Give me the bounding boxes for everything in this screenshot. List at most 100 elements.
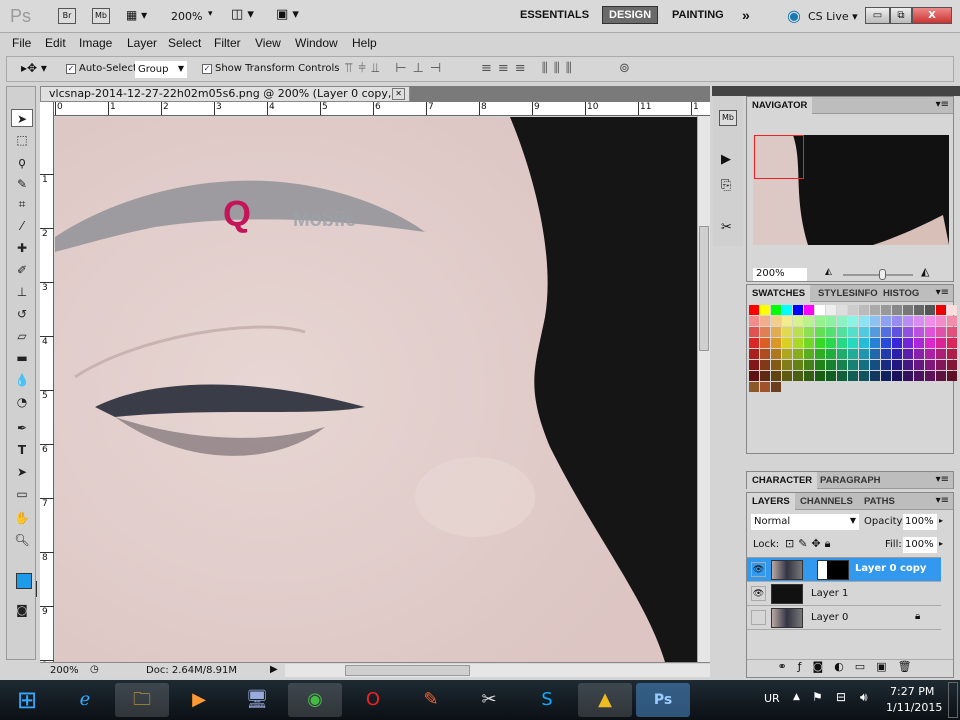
internet-explorer-icon[interactable]: ℯ: [58, 683, 112, 717]
horizontal-scrollbar[interactable]: [285, 664, 710, 677]
hand-tool-icon[interactable]: ✋: [11, 509, 33, 527]
color-swatch[interactable]: [914, 327, 924, 337]
menu-view[interactable]: View: [255, 36, 281, 50]
color-swatch[interactable]: [947, 305, 957, 315]
color-swatch[interactable]: [826, 305, 836, 315]
chrome-icon[interactable]: ◉: [288, 683, 342, 717]
color-swatch[interactable]: [848, 338, 858, 348]
color-swatch[interactable]: [859, 305, 869, 315]
color-swatch[interactable]: [859, 349, 869, 359]
color-swatch[interactable]: [804, 371, 814, 381]
color-swatch[interactable]: [870, 338, 880, 348]
color-swatch[interactable]: [760, 371, 770, 381]
color-swatch[interactable]: [826, 349, 836, 359]
history-panel-icon[interactable]: ⎘: [721, 178, 731, 193]
network-icon[interactable]: ⊟: [836, 690, 846, 704]
zoom-level-dropdown[interactable]: 200%: [171, 10, 202, 23]
eraser-tool-icon[interactable]: ▱: [11, 327, 33, 345]
color-swatch[interactable]: [815, 360, 825, 370]
color-swatch[interactable]: [870, 305, 880, 315]
fill-field[interactable]: 100%: [903, 537, 937, 553]
color-swatch[interactable]: [793, 360, 803, 370]
color-swatch[interactable]: [881, 305, 891, 315]
color-swatch[interactable]: [815, 316, 825, 326]
horizontal-scroll-thumb[interactable]: [345, 665, 470, 676]
navigator-thumbnail[interactable]: [753, 135, 949, 245]
path-selection-tool-icon[interactable]: ➤: [11, 463, 33, 481]
color-swatch[interactable]: [771, 349, 781, 359]
color-swatch[interactable]: [782, 305, 792, 315]
color-swatch[interactable]: [870, 316, 880, 326]
color-swatch[interactable]: [815, 349, 825, 359]
navigator-zoom-slider[interactable]: [843, 269, 913, 280]
color-swatch[interactable]: [782, 371, 792, 381]
color-swatch[interactable]: [903, 349, 913, 359]
color-swatch[interactable]: [760, 338, 770, 348]
blend-mode-dropdown[interactable]: Normal ▼: [751, 514, 859, 530]
color-swatch[interactable]: [936, 316, 946, 326]
color-swatch[interactable]: [903, 327, 913, 337]
bridge-button[interactable]: Br: [58, 8, 76, 24]
color-swatch[interactable]: [815, 338, 825, 348]
color-swatch[interactable]: [881, 327, 891, 337]
color-swatch[interactable]: [848, 349, 858, 359]
color-swatch[interactable]: [749, 316, 759, 326]
restore-button[interactable]: ⧉: [890, 7, 912, 24]
swatch-grid[interactable]: [749, 305, 957, 392]
color-swatch[interactable]: [892, 305, 902, 315]
eyedropper-tool-icon[interactable]: ⁄: [11, 217, 33, 235]
color-swatch[interactable]: [903, 305, 913, 315]
quick-selection-tool-icon[interactable]: ✎: [11, 175, 33, 193]
color-swatch[interactable]: [936, 360, 946, 370]
color-swatch[interactable]: [771, 316, 781, 326]
color-swatch[interactable]: [914, 349, 924, 359]
action-center-flag-icon[interactable]: ⚑: [812, 690, 823, 704]
color-swatch[interactable]: [870, 371, 880, 381]
color-swatch[interactable]: [826, 327, 836, 337]
tab-swatches[interactable]: SWATCHES: [747, 285, 811, 302]
color-swatch[interactable]: [837, 349, 847, 359]
color-swatch[interactable]: [837, 338, 847, 348]
color-swatch[interactable]: [749, 338, 759, 348]
menu-window[interactable]: Window: [295, 36, 338, 50]
healing-brush-tool-icon[interactable]: ✚: [11, 239, 33, 257]
color-swatch[interactable]: [749, 349, 759, 359]
color-swatch[interactable]: [947, 316, 957, 326]
navigator-zoom-field[interactable]: 200%: [753, 268, 807, 281]
marquee-tool-icon[interactable]: ⬚: [11, 131, 33, 149]
clock-date[interactable]: 1/11/2015: [886, 701, 942, 714]
color-swatch[interactable]: [826, 360, 836, 370]
skype-icon[interactable]: S: [520, 683, 574, 717]
color-swatch[interactable]: [892, 371, 902, 381]
color-swatch[interactable]: [749, 371, 759, 381]
color-swatch[interactable]: [760, 360, 770, 370]
auto-select-dropdown[interactable]: Group ▼: [135, 61, 187, 78]
zoom-slider-thumb[interactable]: [879, 269, 886, 280]
color-swatch[interactable]: [837, 305, 847, 315]
visibility-toggle-empty[interactable]: [751, 610, 766, 625]
workspace-painting[interactable]: PAINTING: [672, 9, 724, 21]
color-swatch[interactable]: [760, 305, 770, 315]
color-swatch[interactable]: [760, 327, 770, 337]
app-icon[interactable]: ✎: [404, 683, 458, 717]
color-swatch[interactable]: [760, 382, 770, 392]
color-swatch[interactable]: [936, 371, 946, 381]
more-workspaces-button[interactable]: »: [742, 7, 750, 23]
color-swatch[interactable]: [947, 360, 957, 370]
color-swatch[interactable]: [782, 338, 792, 348]
color-swatch[interactable]: [859, 371, 869, 381]
color-swatch[interactable]: [925, 371, 935, 381]
color-swatch[interactable]: [793, 316, 803, 326]
layer-row[interactable]: 👁︎ Layer 0 copy: [747, 558, 941, 582]
document-tab[interactable]: vlcsnap-2014-12-27-22h02m05s6.png @ 200%…: [40, 86, 410, 114]
color-swatch[interactable]: [793, 338, 803, 348]
color-swatch[interactable]: [870, 360, 880, 370]
color-swatch[interactable]: [947, 349, 957, 359]
crop-tool-icon[interactable]: ⌗: [11, 195, 33, 213]
color-swatch[interactable]: [914, 338, 924, 348]
quick-mask-icon[interactable]: ◙: [11, 601, 33, 619]
media-player-icon[interactable]: ▶: [172, 683, 226, 717]
status-menu-arrow[interactable]: ▶: [270, 664, 278, 675]
image-canvas[interactable]: Q Mobile: [55, 117, 697, 662]
color-swatch[interactable]: [760, 349, 770, 359]
